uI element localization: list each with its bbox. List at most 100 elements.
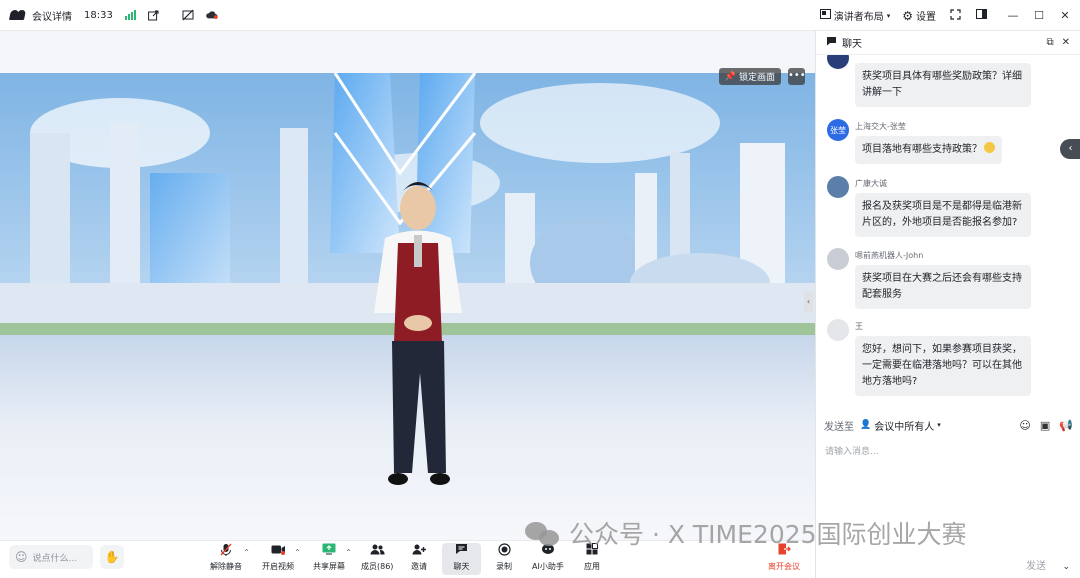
unmute-label: 解除静音: [210, 562, 242, 571]
share-screen-icon: [322, 543, 336, 561]
meeting-window: 会议详情 18:33 演讲者布局 ▾ ⚙ 设置 — ☐ ✕ 📌 锁定画面 •••…: [0, 0, 1080, 578]
raise-hand-icon[interactable]: ✋: [100, 545, 124, 569]
message-bubble: 您好，想问下，如果参赛项目获奖，一定需要在临港落地吗？可以在其他地方落地吗?: [855, 336, 1031, 396]
video-area[interactable]: 📌 锁定画面 ••• ‹: [0, 31, 815, 540]
collapse-chat-button[interactable]: ‹: [1060, 139, 1080, 159]
share-link-icon[interactable]: [148, 9, 160, 21]
send-target-dropdown[interactable]: 👤 会议中所有人 ▾: [860, 418, 941, 433]
message-bubble: 项目落地有哪些支持政策？: [855, 136, 1002, 164]
folder-icon[interactable]: ▣: [1040, 419, 1050, 432]
chat-button[interactable]: 聊天: [442, 543, 481, 575]
more-options-button[interactable]: •••: [788, 68, 806, 85]
say-something-input[interactable]: ☺ 说点什么...: [9, 545, 93, 569]
chevron-up-icon[interactable]: ^: [346, 549, 351, 556]
chat-icon: [826, 36, 837, 49]
chat-icon: [455, 543, 468, 561]
person-icon: 👤: [860, 420, 872, 430]
chat-label: 聊天: [453, 562, 470, 571]
message-sender: 广康大诚: [855, 179, 887, 188]
compose-actions: ☺ ▣ 📢: [1019, 419, 1073, 432]
send-target-row: 发送至 👤 会议中所有人 ▾ ☺ ▣ 📢: [816, 414, 1080, 436]
chevron-up-icon[interactable]: ^: [244, 549, 249, 556]
minimize-icon[interactable]: —: [1006, 9, 1020, 22]
title-bar-left: 会议详情 18:33: [0, 8, 218, 23]
pin-icon: 📌: [724, 71, 736, 82]
share-screen-button[interactable]: 共享屏幕: [313, 543, 345, 575]
wechat-logo-icon: [525, 520, 559, 547]
invite-button[interactable]: 邀请: [411, 543, 427, 575]
message-sender: 嗯前燕机器人-John: [855, 251, 924, 260]
popout-icon[interactable]: ⧉: [1046, 37, 1053, 48]
message-bubble: 获奖项目具体有哪些奖励政策？详细讲解一下: [855, 63, 1031, 107]
speaker-video-feed: [0, 73, 815, 540]
members-label: 成员(86): [361, 562, 394, 571]
avatar: [827, 319, 849, 341]
chevron-down-icon[interactable]: ⌄: [1062, 562, 1070, 572]
send-to-label: 发送至: [824, 421, 854, 433]
gear-icon: ⚙: [902, 8, 913, 23]
message-input[interactable]: 请输入消息...: [825, 444, 879, 457]
hide-self-icon[interactable]: [182, 9, 194, 21]
avatar: [827, 176, 849, 198]
message-list[interactable]: 获奖项目具体有哪些奖励政策？详细讲解一下 张莹 上海交大-张莹 项目落地有哪些支…: [816, 55, 1080, 410]
record-label: 录制: [496, 562, 512, 571]
leave-meeting-label: 离开会议: [768, 562, 800, 571]
chat-panel: 聊天 ⧉ ✕ 获奖项目具体有哪些奖励政策？详细讲解一下 张莹 上海交大-张莹 项…: [815, 31, 1080, 578]
members-button[interactable]: 成员(86): [361, 543, 393, 575]
invite-icon: [412, 543, 427, 561]
avatar: [827, 248, 849, 270]
share-screen-label: 共享屏幕: [313, 562, 345, 571]
send-target-label: 会议中所有人: [874, 421, 935, 433]
layout-label: 演讲者布局: [833, 12, 884, 23]
start-video-label: 开启视频: [262, 562, 294, 571]
chat-title: 聊天: [842, 39, 862, 50]
message-bubble: 报名及获奖项目是不是都得是临港新片区的，外地项目是否能报名参加?: [855, 193, 1031, 237]
app-logo-icon: [10, 10, 26, 20]
settings-button[interactable]: ⚙ 设置: [902, 8, 936, 24]
chevron-up-icon[interactable]: ^: [295, 549, 300, 556]
camera-off-icon: [271, 543, 286, 561]
maximize-icon[interactable]: ☐: [1032, 9, 1046, 22]
layout-button[interactable]: 演讲者布局 ▾: [819, 8, 891, 23]
message-sender: 王: [855, 322, 863, 331]
chat-header-actions: ⧉ ✕: [1046, 37, 1070, 48]
message-bubble: 获奖项目在大赛之后还会有哪些支持配套服务: [855, 265, 1031, 309]
say-placeholder: 说点什么...: [32, 553, 78, 564]
start-video-button[interactable]: 开启视频: [262, 543, 294, 575]
unmute-button[interactable]: 解除静音: [210, 543, 242, 575]
network-signal-icon[interactable]: [124, 10, 136, 20]
settings-label: 设置: [916, 12, 936, 23]
cloud-status-icon[interactable]: [206, 9, 218, 21]
title-bar: 会议详情 18:33 演讲者布局 ▾ ⚙ 设置 — ☐ ✕: [0, 0, 1080, 31]
collapse-handle[interactable]: ‹: [804, 291, 813, 313]
record-button[interactable]: 录制: [496, 543, 512, 575]
apps-label: 应用: [584, 562, 600, 571]
fullscreen-icon[interactable]: [948, 8, 962, 23]
send-button[interactable]: 发送: [1026, 557, 1046, 572]
grinning-emoji-icon: [984, 142, 995, 153]
message-sender: 上海交大-张莹: [855, 122, 906, 131]
avatar: [827, 55, 849, 69]
members-icon: [370, 543, 385, 561]
chevron-down-icon: ▾: [937, 421, 941, 429]
lock-screen-button[interactable]: 📌 锁定画面: [718, 68, 781, 85]
ai-assistant-label: AI小助手: [532, 562, 564, 571]
lock-screen-label: 锁定画面: [738, 73, 775, 83]
message-text: 项目落地有哪些支持政策？: [862, 144, 982, 155]
chat-header: 聊天 ⧉ ✕: [816, 31, 1080, 55]
watermark: 公众号 · X TIME2025国际创业大赛: [525, 515, 967, 551]
watermark-text: 公众号 · X TIME2025国际创业大赛: [569, 520, 967, 549]
mic-muted-icon: [220, 543, 232, 561]
emoji-icon[interactable]: ☺: [1019, 419, 1030, 432]
meeting-details-link[interactable]: 会议详情: [32, 8, 72, 23]
invite-label: 邀请: [411, 562, 427, 571]
toggle-sidebar-icon[interactable]: [974, 9, 988, 22]
smile-icon: ☺: [15, 550, 28, 564]
close-icon[interactable]: ✕: [1058, 9, 1072, 22]
layout-icon: [819, 9, 831, 22]
megaphone-icon[interactable]: 📢: [1059, 419, 1073, 432]
chevron-down-icon: ▾: [886, 11, 891, 20]
close-icon[interactable]: ✕: [1062, 37, 1070, 48]
title-bar-right: 演讲者布局 ▾ ⚙ 设置 — ☐ ✕: [819, 0, 1072, 31]
record-icon: [497, 543, 511, 561]
